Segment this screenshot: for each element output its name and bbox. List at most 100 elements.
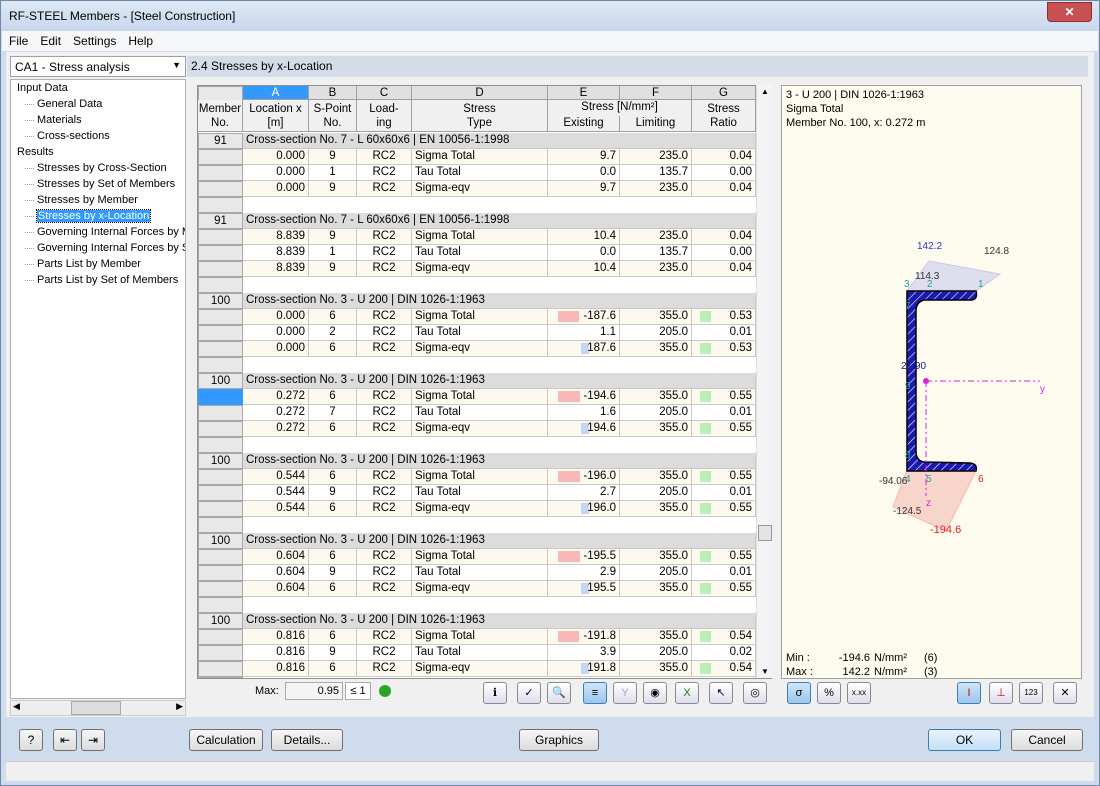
tree-item[interactable]: Governing Internal Forces by Se (11, 240, 185, 256)
table-cell[interactable]: RC2 (357, 261, 412, 277)
row-header[interactable] (198, 517, 243, 533)
member-number[interactable]: 91 (198, 213, 243, 229)
table-cell[interactable]: RC2 (357, 309, 412, 325)
table-cell[interactable]: 0.604 (243, 565, 309, 581)
tree-item[interactable]: Input Data (11, 80, 185, 96)
member-number[interactable]: 100 (198, 373, 243, 389)
table-cell[interactable]: RC2 (357, 421, 412, 437)
table-cell[interactable]: RC2 (357, 389, 412, 405)
table-cell[interactable]: RC2 (357, 549, 412, 565)
row-header[interactable] (198, 197, 243, 213)
table-cell[interactable]: 0.01 (692, 565, 756, 581)
table-cell[interactable]: -195.5 (548, 549, 620, 565)
menu-help[interactable]: Help (121, 31, 158, 48)
info-icon[interactable]: ℹ (483, 682, 507, 704)
table-cell[interactable]: 0.04 (692, 181, 756, 197)
row-header[interactable] (198, 325, 243, 341)
table-cell[interactable]: 0.54 (692, 661, 756, 677)
table-cell[interactable]: 0.000 (243, 165, 309, 181)
table-cell[interactable]: 235.0 (620, 149, 692, 165)
table-cell[interactable]: 355.0 (620, 629, 692, 645)
row-header[interactable] (198, 421, 243, 437)
tree-item[interactable]: Cross-sections (11, 128, 185, 144)
tree-item[interactable]: Parts List by Member (11, 256, 185, 272)
table-cell[interactable]: RC2 (357, 181, 412, 197)
table-cell[interactable]: RC2 (357, 149, 412, 165)
dimension-icon[interactable]: ⊥ (989, 682, 1013, 704)
row-header[interactable] (198, 581, 243, 597)
table-cell[interactable]: 0.55 (692, 469, 756, 485)
member-number[interactable]: 100 (198, 453, 243, 469)
row-header[interactable] (198, 277, 243, 293)
table-cell[interactable]: 194.6 (548, 421, 620, 437)
row-header[interactable] (198, 501, 243, 517)
scroll-right-icon[interactable]: ▶ (176, 701, 183, 712)
table-cell[interactable]: 205.0 (620, 405, 692, 421)
table-cell[interactable]: 9 (309, 181, 357, 197)
table-cell[interactable]: 8.839 (243, 245, 309, 261)
row-header[interactable] (198, 261, 243, 277)
table-cell[interactable]: 135.7 (620, 165, 692, 181)
table-cell[interactable]: 0.604 (243, 549, 309, 565)
column-letter[interactable]: F (620, 86, 692, 100)
menu-file[interactable]: File (2, 31, 33, 48)
table-cell[interactable]: 355.0 (620, 469, 692, 485)
column-letter[interactable]: D (412, 86, 548, 100)
table-cell[interactable]: 235.0 (620, 229, 692, 245)
table-cell[interactable]: Sigma-eqv (412, 421, 548, 437)
table-cell[interactable]: RC2 (357, 165, 412, 181)
column-letter[interactable]: C (357, 86, 412, 100)
table-cell[interactable]: 6 (309, 469, 357, 485)
scroll-up-icon[interactable]: ▲ (761, 87, 769, 96)
menu-settings[interactable]: Settings (66, 31, 121, 48)
table-cell[interactable]: 0.272 (243, 405, 309, 421)
table-cell[interactable]: 0.01 (692, 405, 756, 421)
table-cell[interactable]: 6 (309, 421, 357, 437)
table-cell[interactable]: Sigma Total (412, 149, 548, 165)
scroll-left-icon[interactable]: ◀ (13, 701, 20, 712)
column-letter[interactable]: E (548, 86, 620, 100)
table-cell[interactable]: 0.0 (548, 165, 620, 181)
table-cell[interactable]: 135.7 (620, 245, 692, 261)
table-cell[interactable]: -191.8 (548, 629, 620, 645)
table-cell[interactable]: 0.544 (243, 485, 309, 501)
table-cell[interactable]: Sigma-eqv (412, 661, 548, 677)
table-cell[interactable]: Sigma Total (412, 629, 548, 645)
table-cell[interactable]: RC2 (357, 405, 412, 421)
table-cell[interactable]: 6 (309, 581, 357, 597)
export-icon[interactable]: ⇥ (81, 729, 105, 751)
table-cell[interactable]: RC2 (357, 565, 412, 581)
table-cell[interactable]: Tau Total (412, 325, 548, 341)
table-cell[interactable]: 9 (309, 149, 357, 165)
column-letter[interactable]: B (309, 86, 357, 100)
table-cell[interactable]: Tau Total (412, 645, 548, 661)
table-cell[interactable]: Tau Total (412, 165, 548, 181)
scroll-thumb[interactable] (758, 525, 772, 541)
row-header[interactable] (198, 661, 243, 677)
table-cell[interactable]: Sigma-eqv (412, 341, 548, 357)
table-cell[interactable]: 355.0 (620, 421, 692, 437)
table-cell[interactable]: 0.04 (692, 149, 756, 165)
table-cell[interactable]: 6 (309, 629, 357, 645)
table-cell[interactable]: 0.0 (548, 245, 620, 261)
percent-icon[interactable]: % (817, 682, 841, 704)
help-icon[interactable]: ? (19, 729, 43, 751)
table-cell[interactable]: 355.0 (620, 341, 692, 357)
row-header[interactable] (198, 245, 243, 261)
table-cell[interactable]: Tau Total (412, 565, 548, 581)
table-cell[interactable]: RC2 (357, 501, 412, 517)
color-scale-icon[interactable]: ◉ (643, 682, 667, 704)
table-cell[interactable]: 6 (309, 661, 357, 677)
table-cell[interactable]: 205.0 (620, 325, 692, 341)
table-cell[interactable]: 7 (309, 405, 357, 421)
table-cell[interactable]: 0.00 (692, 165, 756, 181)
table-cell[interactable]: 205.0 (620, 565, 692, 581)
table-scrollbar[interactable]: ▲ ▼ (756, 85, 772, 678)
table-cell[interactable]: 1 (309, 245, 357, 261)
row-header[interactable] (198, 645, 243, 661)
table-cell[interactable]: Sigma Total (412, 229, 548, 245)
table-cell[interactable]: RC2 (357, 645, 412, 661)
excel-export-icon[interactable]: X (675, 682, 699, 704)
table-cell[interactable]: 0.55 (692, 389, 756, 405)
table-cell[interactable]: 0.816 (243, 661, 309, 677)
